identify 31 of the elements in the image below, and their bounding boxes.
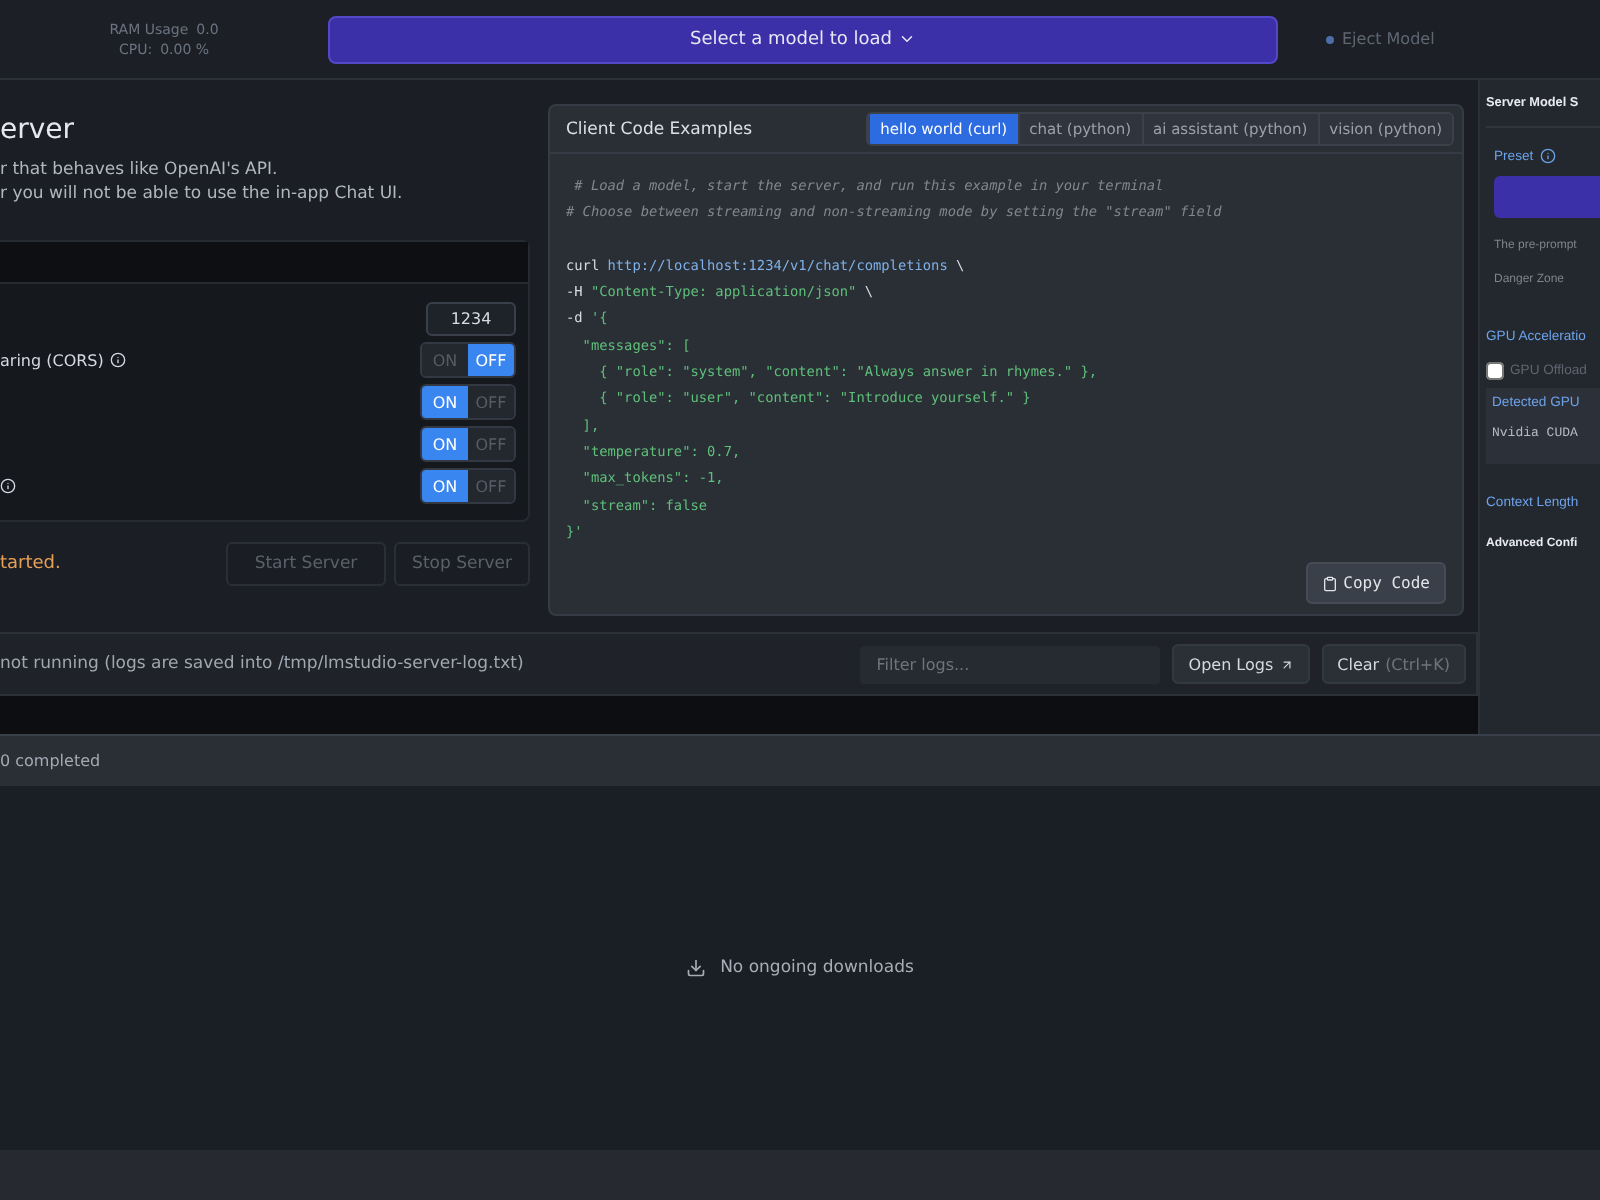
on-off-toggle[interactable]: ON OFF bbox=[420, 468, 516, 504]
on-off-toggle[interactable]: ON OFF bbox=[420, 426, 516, 462]
setting-label: aring (CORS) bbox=[0, 351, 104, 369]
chevron-down-icon bbox=[898, 30, 917, 48]
open-logs-button[interactable]: Open Logs bbox=[1172, 644, 1310, 684]
empty-message: No ongoing downloads bbox=[720, 958, 914, 978]
arrow-up-right-icon bbox=[1279, 657, 1294, 671]
eject-button[interactable]: Eject Model bbox=[1314, 28, 1447, 50]
info-icon[interactable] bbox=[109, 352, 126, 368]
info-icon[interactable] bbox=[1539, 148, 1556, 164]
log-status: not running (logs are saved into /tmp/lmstudio-server-log.txt) bbox=[0, 654, 526, 674]
clear-button[interactable]: Clear (Ctrl+K) bbox=[1321, 644, 1466, 684]
on-off-toggle[interactable]: ON OFF bbox=[420, 342, 516, 378]
start-server-button[interactable]: Start Server bbox=[226, 542, 386, 586]
on-off-toggle[interactable]: ON OFF bbox=[420, 384, 516, 420]
download-icon bbox=[686, 958, 707, 978]
model-select-button[interactable]: Select a model to load bbox=[328, 15, 1278, 63]
server-status: tarted. bbox=[0, 554, 63, 574]
clipboard-icon bbox=[1321, 575, 1338, 591]
description-text: r you will not be able to use the in-app Chat UI. bbox=[0, 182, 405, 206]
stop-server-button[interactable]: Stop Server bbox=[394, 542, 530, 586]
card-title: Client Code Examples bbox=[566, 119, 753, 139]
info-icon[interactable] bbox=[0, 478, 16, 494]
gpu-offload-checkbox[interactable] bbox=[1486, 362, 1504, 380]
description-text: r that behaves like OpenAI's API. bbox=[0, 158, 280, 182]
port-field[interactable]: 1234 bbox=[426, 301, 516, 335]
copy-code-button[interactable]: Copy Code bbox=[1305, 562, 1446, 604]
downloads-summary: 0 completed bbox=[0, 752, 101, 770]
filter-logs-field[interactable]: Filter logs... bbox=[860, 645, 1161, 683]
page-title: erver bbox=[0, 114, 77, 146]
dot-icon bbox=[1326, 35, 1334, 43]
